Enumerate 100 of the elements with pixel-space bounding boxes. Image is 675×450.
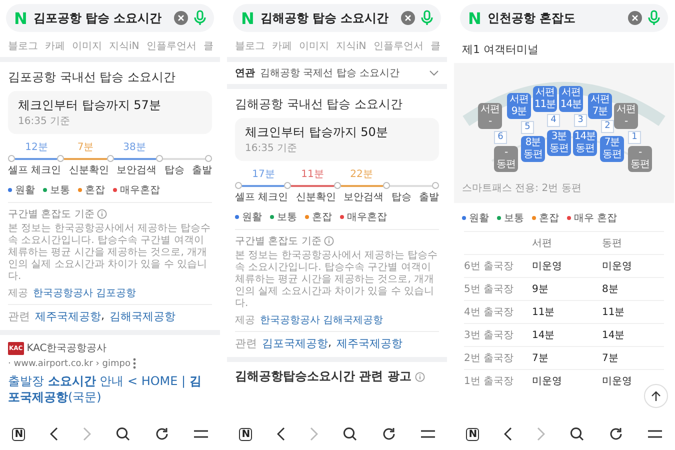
legend-label: 보통 [277,211,297,224]
result-title-link[interactable]: 출발장 소요시간 안내 < HOME | 김포국제공항(국문) [8,373,212,405]
station-label: 출발 [419,191,439,204]
search-tab[interactable]: 블로그 [8,39,38,53]
station-label: 탑승 [391,191,412,204]
gate-number: 4 [547,114,560,127]
search-tab[interactable]: 이미지 [299,39,329,53]
clear-icon[interactable] [401,11,415,25]
logo: N [468,8,482,28]
search-query: 김포공항 탑승 소요시간 [33,10,163,26]
table-cell-text: 11분 [602,306,626,319]
provider-link[interactable]: 한국공항공사 김해국제공항 [260,313,384,327]
timeline-node [57,155,64,162]
row-label: 5번 출국장 [464,283,515,296]
search-icon[interactable] [116,427,130,441]
search-tab[interactable]: 지식iN [336,39,366,53]
search-tab[interactable]: 인플루언서 [146,39,196,53]
gate-badge: 서편 7분 [588,93,612,119]
timeline-node [8,155,15,162]
duration-label: 12분 [25,142,48,153]
related-link[interactable]: 제주국제공항 [35,309,101,324]
info-icon[interactable] [324,236,334,246]
timestamp: 16:35 기준 [18,115,71,128]
chevron-down-icon[interactable] [429,70,439,76]
home-button[interactable]: N [466,428,480,440]
back-icon[interactable] [277,427,286,441]
provider-link[interactable]: 한국공항공사 김포공항 [33,286,136,300]
home-button[interactable]: N [12,428,26,440]
info-icon[interactable] [415,372,426,382]
gate-badge: 8분 동편 [521,136,545,162]
clear-icon[interactable] [628,11,642,25]
search-field[interactable]: N 김해공항 탑승 소요시간 [233,4,441,32]
related-link[interactable]: 김해국제공항 [110,309,176,324]
search-tab[interactable]: 지식iN [109,39,140,53]
row-label: 1번 출국장 [464,375,515,388]
row-label: 4번 출국장 [464,306,515,319]
row-label: 3번 출국장 [464,329,515,342]
more-icon[interactable] [133,358,136,369]
provider-label: 제공 [8,287,28,300]
legend-label: 매우혼잡 [347,211,387,224]
search-tab[interactable]: 클 [203,39,214,53]
station-label: 셀프 체크인 [235,191,288,204]
search-tab[interactable]: 블로그 [235,39,265,53]
search-field[interactable]: N 인천공항 혼잡도 [460,4,668,32]
table-cell-text: 미운영 [602,260,633,273]
map-note: 스마트패스 전용: 2번 동편 [461,182,582,195]
timeline-node [432,182,439,189]
gate-badge: 7분 동편 [600,136,624,162]
duration-label: 11분 [301,169,324,180]
refresh-icon[interactable] [608,427,623,441]
search-icon[interactable] [342,427,357,441]
gate-number: 6 [494,131,507,144]
info-icon[interactable] [97,209,108,219]
table-cell-text: 미운영 [532,375,563,388]
arrow-up-icon [651,390,661,402]
back-icon[interactable] [50,427,58,441]
legend-label: 매우혼잡 [120,184,160,197]
related-link[interactable]: 제주국제공항 [336,336,402,351]
menu-icon[interactable] [648,430,662,438]
refresh-icon[interactable] [382,427,396,441]
related-label: 연관 [235,67,255,80]
scroll-top-button[interactable] [644,384,668,408]
back-icon[interactable] [504,427,512,441]
timeline-node [205,155,212,162]
home-button[interactable]: N [239,428,252,440]
disclaimer-text: 본 정보는 한국공항공사에서 제공하는 탑승수속 소요시간입니다. 탑승수속 구간별 여객이 체류하는 평균 시간을 제공하는 것으로, 개개인의 실제 소요시간과 차이가 있을 수 있습니다. [8,223,212,283]
logo: N [14,8,28,28]
search-tab[interactable]: 이미지 [72,39,102,53]
menu-icon[interactable] [194,430,208,438]
related-link[interactable]: 김포국제공항 [262,336,328,351]
table-cell-text: 미운영 [532,260,563,273]
search-field[interactable]: N 김포공항 탑승 소요시간 [6,4,214,32]
legend-label: 보통 [504,212,524,225]
related-search-link[interactable]: 김해공항 국제선 탑승 소요시간 [260,66,424,80]
legend-label: 혼잡 [539,212,559,225]
timeline-node [235,182,242,189]
disclaimer-text: 본 정보는 한국공항공사에서 제공하는 탑승수속 소요시간입니다. 탑승수속 구간별 여객이 체류하는 평균 시간을 제공하는 것으로, 개개인의 실제 소요시간과 차이가 있을 수 있습니다. [235,250,439,310]
separator: , [101,309,104,324]
search-tab[interactable]: 카페 [272,39,292,53]
clear-icon[interactable] [174,11,188,25]
timeline-node [284,182,292,189]
duration-label: 22분 [350,169,373,180]
gate-badge: 3분 동편 [547,130,571,156]
legend-label: 매우 혼잡 [574,212,618,225]
timeline-node [334,182,340,189]
refresh-icon[interactable] [154,427,169,441]
search-icon[interactable] [570,427,584,441]
station-label: 탑승 [164,164,184,177]
search-tab[interactable]: 클 [430,39,440,53]
gate-number: 3 [574,114,587,127]
search-tab[interactable]: 인플루언서 [373,39,424,53]
gate-badge: - 동편 [494,146,518,172]
menu-icon[interactable] [420,430,435,438]
search-query: 인천공항 혼잡도 [487,10,577,26]
station-label: 신분확인 [68,164,109,177]
legend-label: 원활 [242,211,262,224]
legend-label: 혼잡 [312,211,332,224]
gate-badge: 서편 14분 [559,86,583,112]
search-tab[interactable]: 카페 [45,39,65,53]
row-label: 6번 출국장 [464,260,515,273]
